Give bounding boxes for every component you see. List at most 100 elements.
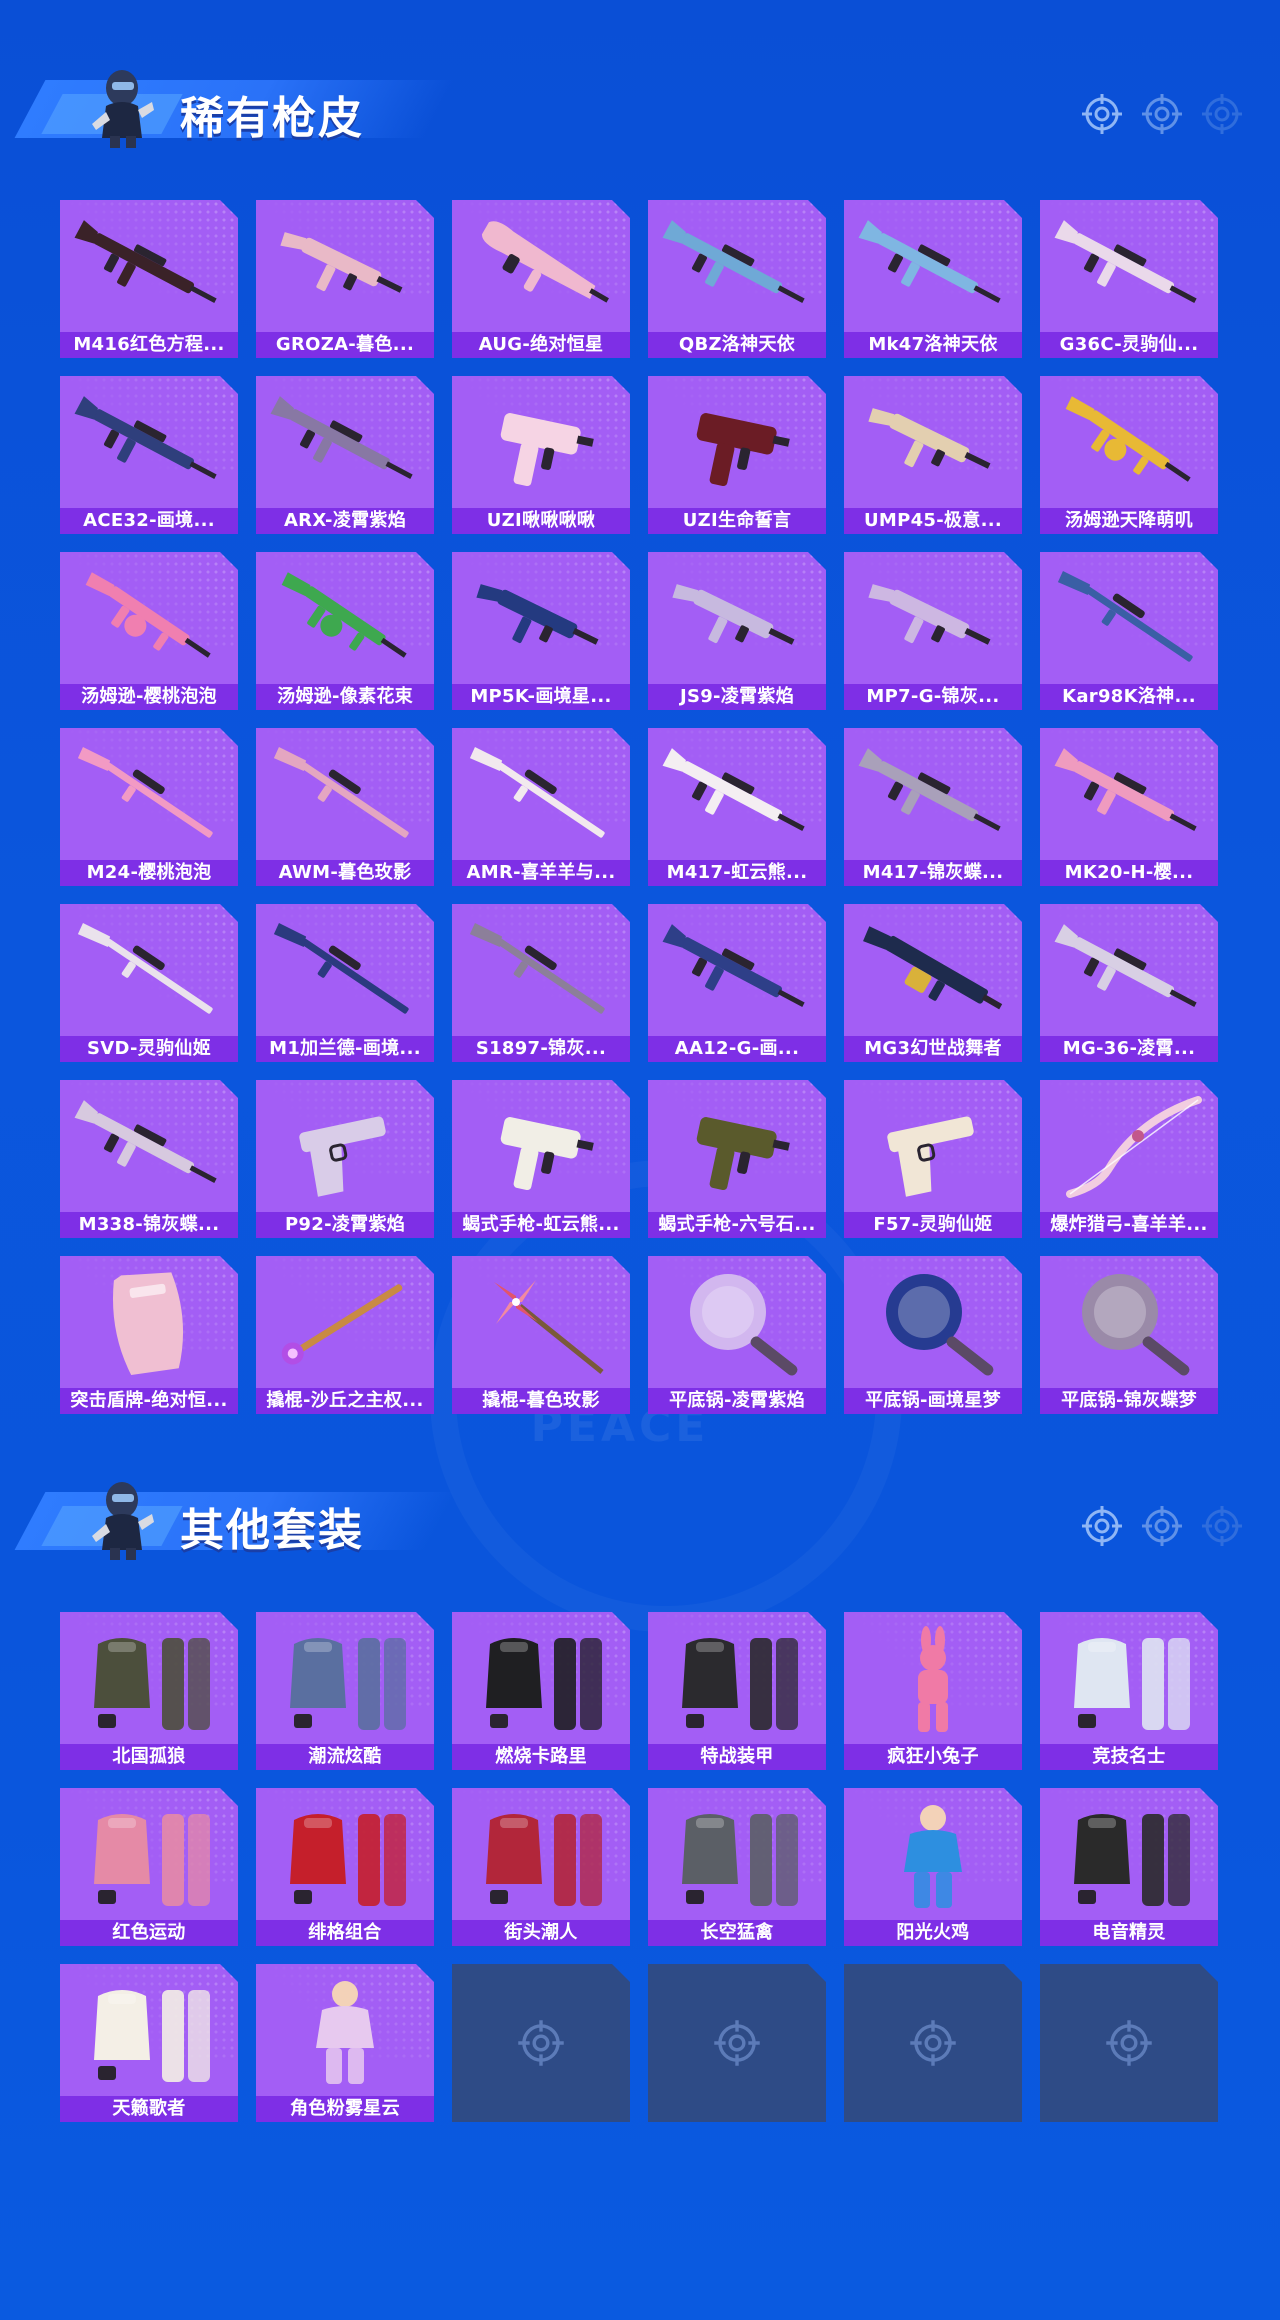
item-label: AWM-暮色玫影 (256, 860, 434, 886)
outfit-card[interactable]: 疯狂小兔子 (844, 1612, 1022, 1770)
skin-card[interactable]: 汤姆逊天降萌叽 (1040, 376, 1218, 534)
item-label: 红色运动 (60, 1920, 238, 1946)
skin-card[interactable]: 蝎式手枪-虹云熊... (452, 1080, 630, 1238)
skin-card[interactable]: Kar98K洛神... (1040, 552, 1218, 710)
skin-card[interactable]: UZI生命誓言 (648, 376, 826, 534)
skin-card[interactable]: M417-锦灰蝶... (844, 728, 1022, 886)
outfit-card[interactable]: 绯格组合 (256, 1788, 434, 1946)
weapon-skin-image (656, 738, 818, 850)
item-label: P92-凌霄紫焰 (256, 1212, 434, 1238)
weapon-skin-image (852, 738, 1014, 850)
weapon-skin-image (68, 386, 230, 498)
outfit-image (68, 1974, 230, 2086)
outfit-card[interactable]: 潮流炫酷 (256, 1612, 434, 1770)
crosshair-icon (516, 2018, 566, 2068)
skin-card[interactable]: QBZ洛神天依 (648, 200, 826, 358)
skin-card[interactable]: MG-36-凌霄... (1040, 904, 1218, 1062)
header-decor-icons (1080, 92, 1280, 140)
weapon-skin-image (460, 562, 622, 674)
skin-card[interactable]: GROZA-暮色... (256, 200, 434, 358)
skin-card[interactable]: M416红色方程... (60, 200, 238, 358)
skin-card[interactable]: JS9-凌霄紫焰 (648, 552, 826, 710)
outfit-card[interactable]: 竞技名士 (1040, 1612, 1218, 1770)
item-label: UZI生命誓言 (648, 508, 826, 534)
outfit-card[interactable]: 燃烧卡路里 (452, 1612, 630, 1770)
weapon-skin-image (264, 1266, 426, 1378)
item-label: Kar98K洛神... (1040, 684, 1218, 710)
skin-card[interactable]: UMP45-极意... (844, 376, 1022, 534)
item-label: 撬棍-暮色玫影 (452, 1388, 630, 1414)
outfit-card[interactable]: 红色运动 (60, 1788, 238, 1946)
item-label: M24-樱桃泡泡 (60, 860, 238, 886)
item-label: M417-锦灰蝶... (844, 860, 1022, 886)
skin-card[interactable]: MK20-H-樱... (1040, 728, 1218, 886)
skin-card[interactable]: UZI啾啾啾啾 (452, 376, 630, 534)
skin-card[interactable]: MP5K-画境星... (452, 552, 630, 710)
skin-card[interactable]: AA12-G-画... (648, 904, 826, 1062)
skin-card[interactable]: AUG-绝对恒星 (452, 200, 630, 358)
item-label: SVD-灵驹仙姬 (60, 1036, 238, 1062)
skin-card[interactable]: S1897-锦灰... (452, 904, 630, 1062)
outfit-image (1048, 1622, 1210, 1734)
skin-card[interactable]: SVD-灵驹仙姬 (60, 904, 238, 1062)
outfit-card[interactable]: 长空猛禽 (648, 1788, 826, 1946)
skin-card[interactable]: ARX-凌霄紫焰 (256, 376, 434, 534)
weapon-skin-image (264, 562, 426, 674)
skin-card[interactable]: ACE32-画境... (60, 376, 238, 534)
outfit-card[interactable]: 北国孤狼 (60, 1612, 238, 1770)
crosshair-icon (1142, 1506, 1182, 1546)
skin-card[interactable]: 汤姆逊-像素花束 (256, 552, 434, 710)
skin-card[interactable]: 汤姆逊-樱桃泡泡 (60, 552, 238, 710)
outfit-card[interactable]: 阳光火鸡 (844, 1788, 1022, 1946)
weapon-skin-image (852, 1090, 1014, 1202)
weapon-skin-image (68, 562, 230, 674)
skin-card[interactable]: P92-凌霄紫焰 (256, 1080, 434, 1238)
skin-card[interactable]: 撬棍-暮色玫影 (452, 1256, 630, 1414)
outfit-card[interactable]: 电音精灵 (1040, 1788, 1218, 1946)
weapon-skin-image (852, 914, 1014, 1026)
weapon-skin-image (68, 1090, 230, 1202)
item-label: 平底锅-锦灰蝶梦 (1040, 1388, 1218, 1414)
skin-card[interactable]: M338-锦灰蝶... (60, 1080, 238, 1238)
item-label: 竞技名士 (1040, 1744, 1218, 1770)
item-label: 蝎式手枪-虹云熊... (452, 1212, 630, 1238)
weapon-skin-image (460, 738, 622, 850)
skin-card[interactable]: AWM-暮色玫影 (256, 728, 434, 886)
skin-card[interactable]: 撬棍-沙丘之主权... (256, 1256, 434, 1414)
empty-slot (452, 1964, 630, 2122)
skin-card[interactable]: M417-虹云熊... (648, 728, 826, 886)
item-label: AMR-喜羊羊与... (452, 860, 630, 886)
skin-card[interactable]: G36C-灵驹仙... (1040, 200, 1218, 358)
outfit-card[interactable]: 街头潮人 (452, 1788, 630, 1946)
item-label: 平底锅-凌霄紫焰 (648, 1388, 826, 1414)
item-label: 角色粉雾星云 (256, 2096, 434, 2122)
skin-card[interactable]: M24-樱桃泡泡 (60, 728, 238, 886)
section-title: 其他套装 (180, 1505, 364, 1556)
skin-card[interactable]: F57-灵驹仙姬 (844, 1080, 1022, 1238)
item-label: MP5K-画境星... (452, 684, 630, 710)
skin-card[interactable]: M1加兰德-画境... (256, 904, 434, 1062)
item-label: AA12-G-画... (648, 1036, 826, 1062)
empty-slot (1040, 1964, 1218, 2122)
item-label: M338-锦灰蝶... (60, 1212, 238, 1238)
skin-card[interactable]: 蝎式手枪-六号石... (648, 1080, 826, 1238)
skin-card[interactable]: Mk47洛神天依 (844, 200, 1022, 358)
skin-card[interactable]: AMR-喜羊羊与... (452, 728, 630, 886)
skin-card[interactable]: 平底锅-凌霄紫焰 (648, 1256, 826, 1414)
skin-card[interactable]: 爆炸猎弓-喜羊羊... (1040, 1080, 1218, 1238)
weapon-skin-image (264, 738, 426, 850)
item-label: 汤姆逊-像素花束 (256, 684, 434, 710)
skin-card[interactable]: MG3幻世战舞者 (844, 904, 1022, 1062)
outfit-card[interactable]: 天籁歌者 (60, 1964, 238, 2122)
weapon-skin-image (656, 562, 818, 674)
outfit-card[interactable]: 角色粉雾星云 (256, 1964, 434, 2122)
skin-card[interactable]: MP7-G-锦灰... (844, 552, 1022, 710)
skin-card[interactable]: 平底锅-画境星梦 (844, 1256, 1022, 1414)
item-label: M1加兰德-画境... (256, 1036, 434, 1062)
header-decor-icons (1080, 1504, 1280, 1552)
skin-card[interactable]: 突击盾牌-绝对恒... (60, 1256, 238, 1414)
weapon-skin-image (1048, 386, 1210, 498)
crosshair-icon (1104, 2018, 1154, 2068)
outfit-card[interactable]: 特战装甲 (648, 1612, 826, 1770)
skin-card[interactable]: 平底锅-锦灰蝶梦 (1040, 1256, 1218, 1414)
